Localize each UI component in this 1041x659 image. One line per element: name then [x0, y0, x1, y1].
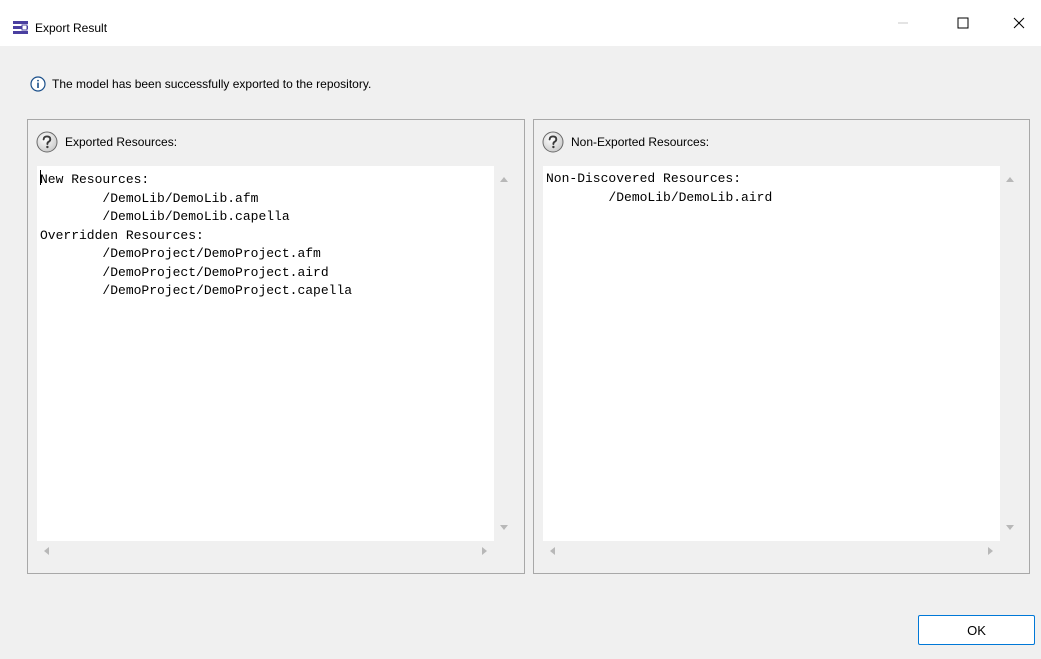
minimize-icon — [898, 22, 908, 24]
window-title: Export Result — [35, 21, 108, 35]
ok-button[interactable]: OK — [918, 615, 1035, 645]
info-icon — [30, 76, 46, 92]
scroll-left-arrow-icon[interactable] — [44, 547, 49, 555]
scroll-right-arrow-icon[interactable] — [482, 547, 487, 555]
minimize-button[interactable] — [880, 0, 926, 46]
exported-resources-group: Exported Resources: New Resources: /Demo… — [27, 119, 525, 574]
exported-resources-header: Exported Resources: — [36, 131, 177, 153]
scroll-corner — [494, 541, 515, 561]
title-bar[interactable]: Export Result — [0, 0, 1041, 46]
non-exported-resources-label: Non-Exported Resources: — [571, 135, 710, 149]
non-exported-resources-group: Non-Exported Resources: Non-Discovered R… — [533, 119, 1030, 574]
scroll-down-arrow-icon[interactable] — [500, 525, 508, 530]
info-text: The model has been successfully exported… — [52, 77, 372, 91]
help-icon — [36, 131, 58, 153]
close-icon — [1013, 17, 1025, 29]
export-result-dialog: Export Result The model has been success… — [0, 0, 1041, 659]
info-message: The model has been successfully exported… — [30, 74, 371, 94]
maximize-button[interactable] — [940, 0, 986, 46]
scroll-up-arrow-icon[interactable] — [500, 177, 508, 182]
non-exported-resources-text[interactable]: Non-Discovered Resources: /DemoLib/DemoL… — [543, 166, 1000, 541]
scroll-left-arrow-icon[interactable] — [550, 547, 555, 555]
non-exported-resources-content: Non-Discovered Resources: /DemoLib/DemoL… — [546, 171, 773, 205]
help-icon — [542, 131, 564, 153]
exported-resources-label: Exported Resources: — [65, 135, 178, 149]
scroll-corner — [1000, 541, 1021, 561]
vertical-scrollbar[interactable] — [1000, 166, 1021, 541]
exported-resources-text[interactable]: New Resources: /DemoLib/DemoLib.afm /Dem… — [37, 166, 494, 541]
horizontal-scrollbar[interactable] — [543, 541, 1000, 561]
horizontal-scrollbar[interactable] — [37, 541, 494, 561]
scroll-up-arrow-icon[interactable] — [1006, 177, 1014, 182]
maximize-icon — [957, 17, 969, 29]
scroll-down-arrow-icon[interactable] — [1006, 525, 1014, 530]
text-caret — [40, 170, 41, 185]
close-button[interactable] — [996, 0, 1041, 46]
exported-resources-content: New Resources: /DemoLib/DemoLib.afm /Dem… — [40, 170, 353, 298]
app-dialog-icon — [13, 21, 28, 34]
scroll-right-arrow-icon[interactable] — [988, 547, 993, 555]
non-exported-resources-header: Non-Exported Resources: — [542, 131, 709, 153]
vertical-scrollbar[interactable] — [494, 166, 515, 541]
